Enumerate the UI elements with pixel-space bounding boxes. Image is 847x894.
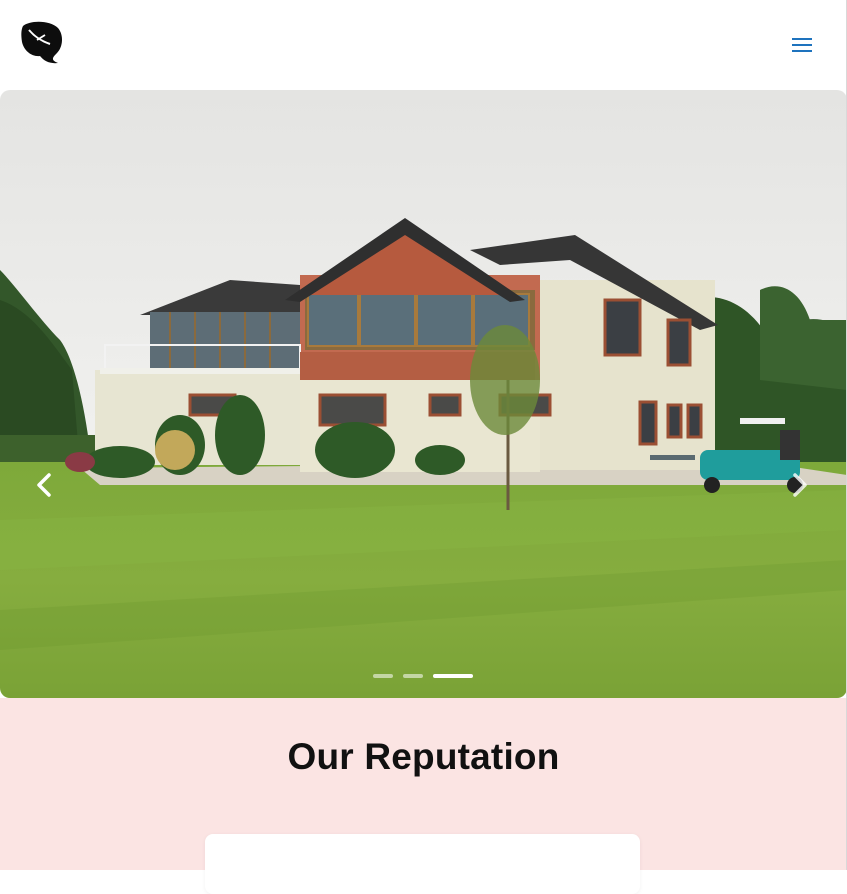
leaf-logo-icon[interactable]	[20, 20, 64, 66]
review-card	[205, 834, 640, 894]
section-title: Our Reputation	[287, 736, 560, 777]
reputation-section: Our Reputation	[0, 698, 847, 894]
chevron-left-icon[interactable]	[28, 468, 62, 502]
slide-dot-2[interactable]	[403, 674, 423, 678]
slide-dot-1[interactable]	[373, 674, 393, 678]
clubhouse-building-photo	[0, 90, 847, 698]
chevron-right-icon[interactable]	[782, 468, 816, 502]
site-header	[0, 0, 847, 90]
hamburger-menu-icon[interactable]	[786, 32, 818, 58]
hero-slider[interactable]	[0, 90, 847, 698]
slide-dot-3[interactable]	[433, 674, 473, 678]
slider-pagination	[0, 672, 847, 682]
